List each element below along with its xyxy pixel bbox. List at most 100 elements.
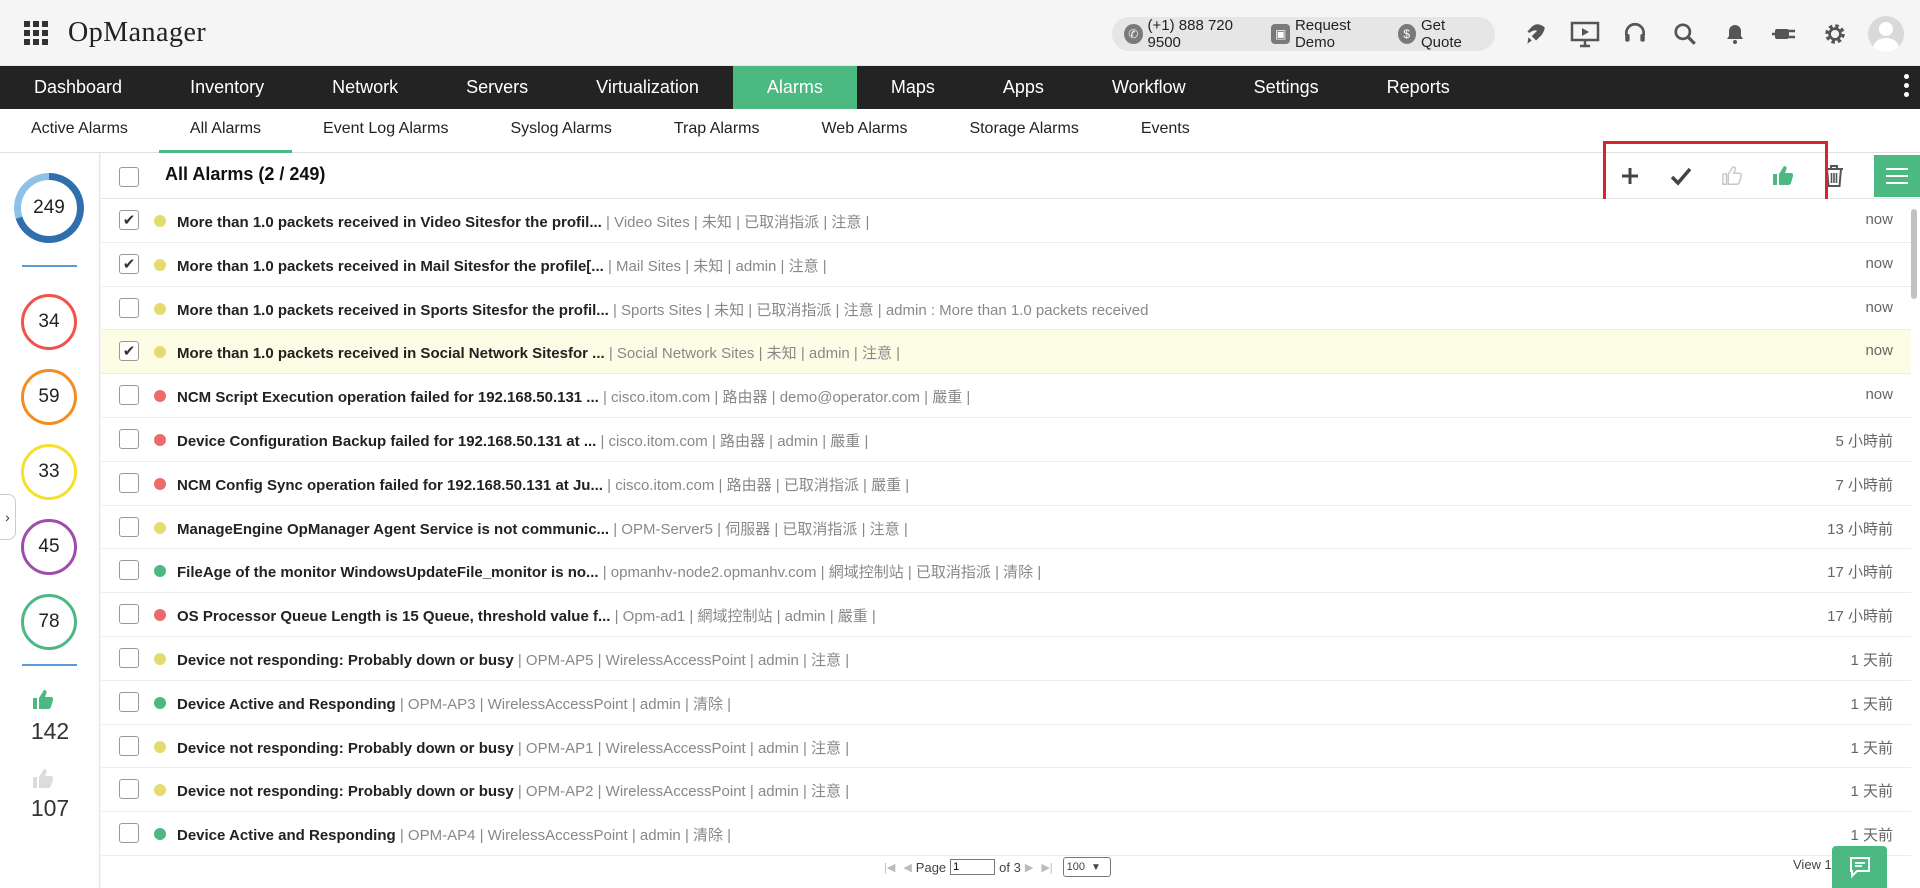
alarm-row[interactable]: Device Configuration Backup failed for 1… xyxy=(101,417,1911,462)
alarm-row[interactable]: NCM Config Sync operation failed for 192… xyxy=(101,461,1911,506)
app-logo[interactable]: OpManager xyxy=(68,17,206,49)
last-page-icon[interactable]: ▶| xyxy=(1041,861,1052,874)
row-checkbox[interactable] xyxy=(119,779,139,800)
row-checkbox[interactable]: ✔ xyxy=(119,253,139,274)
alarm-row[interactable]: Device Active and Responding | OPM-AP3 |… xyxy=(101,680,1911,725)
alarm-message[interactable]: Device Active and Responding xyxy=(177,696,396,713)
alarm-text[interactable]: More than 1.0 packets received in Sports… xyxy=(177,299,1148,320)
alarm-message[interactable]: Device Active and Responding xyxy=(177,827,396,844)
tab-active-alarms[interactable]: Active Alarms xyxy=(0,109,159,153)
unacknowledged-count[interactable]: 107 xyxy=(0,795,100,822)
more-menu-icon[interactable] xyxy=(1902,74,1910,97)
alarm-text[interactable]: FileAge of the monitor WindowsUpdateFile… xyxy=(177,561,1041,582)
nav-maps[interactable]: Maps xyxy=(857,66,969,109)
alarm-text[interactable]: NCM Config Sync operation failed for 192… xyxy=(177,474,909,495)
alarm-row[interactable]: Device not responding: Probably down or … xyxy=(101,768,1911,813)
alarm-row[interactable]: Device not responding: Probably down or … xyxy=(101,724,1911,769)
search-icon[interactable] xyxy=(1668,17,1702,51)
nav-workflow[interactable]: Workflow xyxy=(1078,66,1220,109)
column-menu-button[interactable] xyxy=(1874,155,1920,197)
user-avatar[interactable] xyxy=(1868,16,1904,52)
alarm-text[interactable]: OS Processor Queue Length is 15 Queue, t… xyxy=(177,605,876,626)
page-number-input[interactable] xyxy=(950,859,996,875)
tab-all-alarms[interactable]: All Alarms xyxy=(158,109,293,153)
phone-link[interactable]: ✆ (+1) 888 720 9500 xyxy=(1124,17,1261,51)
row-checkbox[interactable] xyxy=(119,647,139,668)
alarm-message[interactable]: NCM Script Execution operation failed fo… xyxy=(177,389,599,406)
alarm-row[interactable]: ✔ More than 1.0 packets received in Vide… xyxy=(101,199,1911,243)
row-checkbox[interactable]: ✔ xyxy=(119,210,139,230)
row-checkbox[interactable] xyxy=(119,297,139,318)
alarm-text[interactable]: Device Active and Responding | OPM-AP4 |… xyxy=(177,824,731,845)
alarm-row[interactable]: NCM Script Execution operation failed fo… xyxy=(101,374,1911,418)
critical-count[interactable]: 34 xyxy=(21,294,77,350)
alarm-text[interactable]: NCM Script Execution operation failed fo… xyxy=(177,386,970,407)
attention-count[interactable]: 45 xyxy=(21,519,77,575)
row-checkbox[interactable]: ✔ xyxy=(119,341,139,362)
row-checkbox[interactable] xyxy=(119,428,139,449)
alarm-text[interactable]: Device not responding: Probably down or … xyxy=(177,649,849,670)
row-checkbox[interactable] xyxy=(119,604,139,625)
select-all-checkbox[interactable] xyxy=(119,167,139,187)
nav-reports[interactable]: Reports xyxy=(1353,66,1484,109)
alarm-text[interactable]: Device not responding: Probably down or … xyxy=(177,737,849,758)
alarm-row[interactable]: More than 1.0 packets received in Sports… xyxy=(101,286,1911,331)
apps-grid-icon[interactable] xyxy=(24,20,48,45)
row-checkbox[interactable] xyxy=(119,823,139,844)
alarm-message[interactable]: More than 1.0 packets received in Sports… xyxy=(177,302,609,319)
alarm-message[interactable]: Device not responding: Probably down or … xyxy=(177,652,514,669)
nav-servers[interactable]: Servers xyxy=(432,66,562,109)
alarm-text[interactable]: Device not responding: Probably down or … xyxy=(177,780,849,801)
alarm-message[interactable]: Device not responding: Probably down or … xyxy=(177,783,514,800)
tab-storage-alarms[interactable]: Storage Alarms xyxy=(938,109,1109,153)
presentation-icon[interactable] xyxy=(1568,17,1602,51)
alarm-message[interactable]: More than 1.0 packets received in Mail S… xyxy=(177,258,604,275)
next-page-icon[interactable]: ▶ xyxy=(1025,861,1033,874)
plug-icon[interactable] xyxy=(1768,17,1802,51)
first-page-icon[interactable]: |◀ xyxy=(884,861,895,874)
tab-web-alarms[interactable]: Web Alarms xyxy=(790,109,938,153)
clear-count[interactable]: 78 xyxy=(21,594,77,650)
trouble-count[interactable]: 33 xyxy=(21,444,77,500)
tab-events[interactable]: Events xyxy=(1110,109,1221,153)
alarm-row[interactable]: Device not responding: Probably down or … xyxy=(101,636,1911,681)
row-checkbox[interactable] xyxy=(119,472,139,493)
alarm-text[interactable]: ManageEngine OpManager Agent Service is … xyxy=(177,518,908,539)
alarm-message[interactable]: FileAge of the monitor WindowsUpdateFile… xyxy=(177,564,599,581)
alarm-row[interactable]: ManageEngine OpManager Agent Service is … xyxy=(101,505,1911,550)
row-checkbox[interactable] xyxy=(119,691,139,712)
unacknowledged-icon[interactable] xyxy=(30,767,56,798)
tab-syslog-alarms[interactable]: Syslog Alarms xyxy=(479,109,642,153)
nav-apps[interactable]: Apps xyxy=(969,66,1078,109)
alarm-message[interactable]: NCM Config Sync operation failed for 192… xyxy=(177,477,603,494)
alarm-text[interactable]: Device Configuration Backup failed for 1… xyxy=(177,430,868,451)
row-checkbox[interactable] xyxy=(119,516,139,537)
nav-network[interactable]: Network xyxy=(298,66,432,109)
total-alarms-ring[interactable]: 249 xyxy=(14,173,84,243)
request-demo-link[interactable]: ▣ Request Demo xyxy=(1271,17,1387,51)
acknowledged-count[interactable]: 142 xyxy=(0,718,100,745)
nav-inventory[interactable]: Inventory xyxy=(156,66,298,109)
alarm-text[interactable]: More than 1.0 packets received in Mail S… xyxy=(177,255,827,276)
alarm-message[interactable]: Device Configuration Backup failed for 1… xyxy=(177,433,596,450)
alarm-row[interactable]: ✔ More than 1.0 packets received in Mail… xyxy=(101,242,1911,287)
alarm-row[interactable]: OS Processor Queue Length is 15 Queue, t… xyxy=(101,593,1911,637)
alarm-row[interactable]: FileAge of the monitor WindowsUpdateFile… xyxy=(101,549,1911,594)
nav-settings[interactable]: Settings xyxy=(1220,66,1353,109)
row-checkbox[interactable] xyxy=(119,735,139,756)
nav-dashboard[interactable]: Dashboard xyxy=(0,66,156,109)
tab-trap-alarms[interactable]: Trap Alarms xyxy=(643,109,791,153)
alarm-row[interactable]: ✔ More than 1.0 packets received in Soci… xyxy=(101,330,1911,375)
nav-virtualization[interactable]: Virtualization xyxy=(562,66,733,109)
headset-icon[interactable] xyxy=(1618,17,1652,51)
get-quote-link[interactable]: $ Get Quote xyxy=(1397,17,1485,51)
alarm-message[interactable]: More than 1.0 packets received in Video … xyxy=(177,214,602,231)
list-scrollbar[interactable] xyxy=(1911,209,1917,299)
alarm-message[interactable]: ManageEngine OpManager Agent Service is … xyxy=(177,521,609,538)
nav-alarms[interactable]: Alarms xyxy=(732,66,857,109)
row-checkbox[interactable] xyxy=(119,385,139,406)
prev-page-icon[interactable]: ◀ xyxy=(903,861,911,874)
alarm-text[interactable]: More than 1.0 packets received in Social… xyxy=(177,342,900,363)
alarm-message[interactable]: OS Processor Queue Length is 15 Queue, t… xyxy=(177,608,610,625)
expand-panel-chevron-icon[interactable]: › xyxy=(0,494,16,540)
